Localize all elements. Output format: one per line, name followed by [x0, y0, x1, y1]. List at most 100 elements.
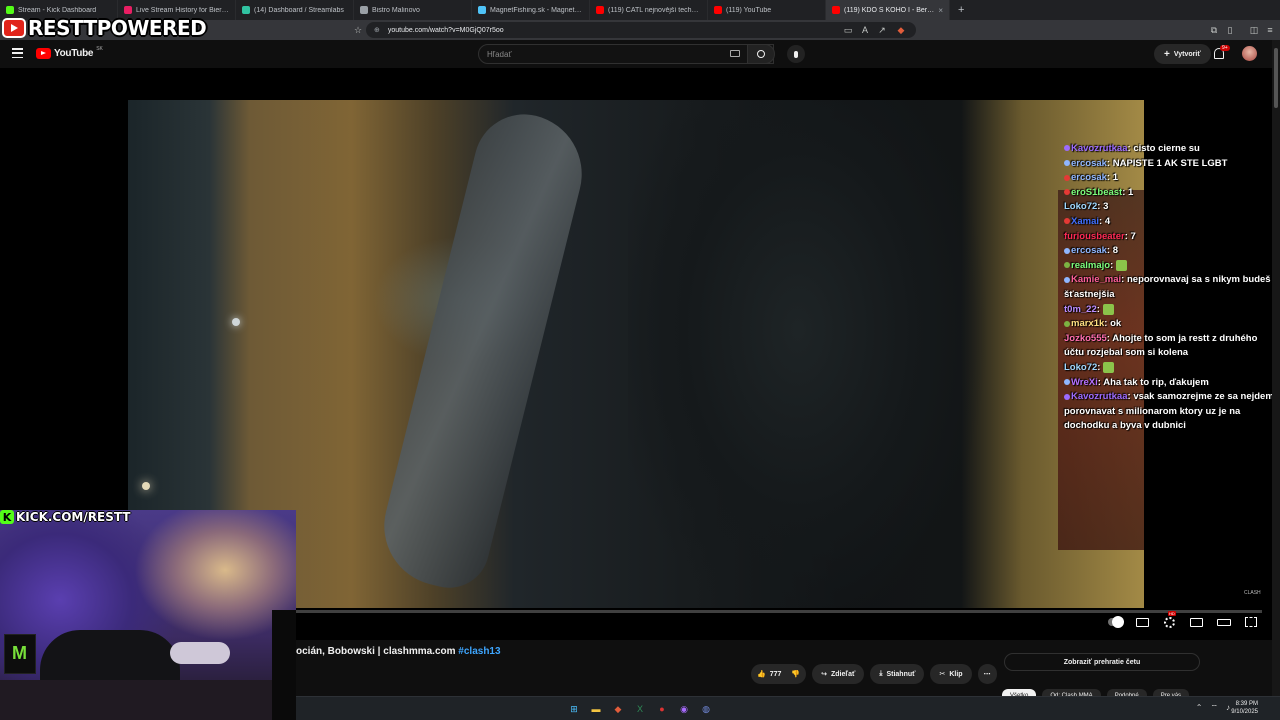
browser-tab[interactable]: (119) KDO S KOHO I - Beránek, × — [826, 0, 950, 20]
microphone-icon — [794, 50, 798, 58]
volume-icon[interactable]: ♪ — [1226, 703, 1230, 713]
chat-badge-icon — [1064, 378, 1070, 385]
chat-username: eroS1beast — [1071, 186, 1123, 198]
kick-channel-label: K KICK.COM/RESTT — [0, 508, 131, 526]
youtube-play-icon — [36, 48, 51, 59]
page-scrollbar[interactable] — [1272, 40, 1280, 696]
taskbar-clock[interactable]: 8:39 PM 9/10/2025 — [1231, 700, 1258, 716]
clip-button[interactable]: ✂ Klip — [930, 664, 972, 684]
discord-icon[interactable]: ◍ — [698, 701, 714, 717]
chat-badge-icon — [1064, 276, 1070, 283]
more-actions-button[interactable]: ⋯ — [977, 664, 997, 684]
chat-username: ercosak — [1071, 157, 1107, 169]
chat-message: Kavozrutkaa: vsak samozrejme ze sa nejde… — [1064, 390, 1278, 434]
excel-icon[interactable]: X — [632, 701, 648, 717]
browser-menu-icon[interactable]: ≡ — [1264, 24, 1276, 36]
miniplayer-icon[interactable] — [1189, 616, 1204, 628]
browser-tab[interactable]: MagnetFishing.sk - Magnety a laná — [472, 0, 590, 20]
obs-icon[interactable]: ● — [654, 701, 670, 717]
voice-search-button[interactable] — [787, 45, 805, 63]
share-button[interactable]: ↪ Zdieľať — [812, 664, 865, 684]
download-button[interactable]: ⤓ Stiahnuť — [870, 664, 925, 684]
chat-username: Loko72 — [1064, 361, 1098, 373]
like-button[interactable]: 👍 777 — [757, 670, 781, 679]
file-explorer-icon[interactable]: ▬ — [588, 701, 604, 717]
autoplay-toggle[interactable] — [1108, 616, 1124, 628]
address-bar[interactable]: ⊕ youtube.com/watch?v=M0GjQ07r5oo — [366, 22, 916, 38]
tab-label: Bistro Malinovo — [372, 6, 420, 14]
tab-label: (14) Dashboard / Streamlabs — [254, 6, 344, 14]
cast-icon[interactable]: ▭ — [842, 24, 854, 36]
webcam-monitor — [272, 610, 296, 720]
chat-badge-icon — [1064, 218, 1070, 225]
like-dislike-group: 👍 777 👎 — [751, 664, 807, 684]
settings-gear-icon[interactable]: HD — [1162, 611, 1177, 628]
taskbar-apps: ⊞ ▬ ◆ X ● ◉ ◍ — [566, 701, 714, 717]
youtube-logo[interactable]: YouTube SK — [36, 46, 103, 59]
chat-text: Aha tak to rip, ďakujem — [1103, 376, 1209, 388]
browser-tab[interactable]: Bistro Malinovo — [354, 0, 472, 20]
tab-favicon-icon — [124, 6, 132, 14]
webcam-pillow — [170, 642, 230, 664]
chat-username: realmajo — [1071, 259, 1111, 271]
search-button[interactable] — [747, 44, 775, 64]
video-title: ocián, Bobowski | clashmma.com #clash13 — [296, 646, 501, 657]
translate-icon[interactable]: A — [859, 24, 871, 36]
chat-message: Kavozrutkaa: cisto cierne su — [1064, 142, 1278, 157]
theater-mode-icon[interactable] — [1216, 616, 1231, 628]
replay-chat-label: Zobraziť prehratie četu — [1063, 658, 1141, 666]
site-info-icon[interactable]: ⊕ — [374, 26, 380, 34]
chat-emote-icon — [1115, 259, 1127, 271]
wifi-icon[interactable]: ⌔ — [1210, 703, 1218, 713]
fullscreen-icon[interactable] — [1243, 616, 1258, 628]
kick-logo-icon: K — [0, 510, 14, 524]
search-icon — [757, 50, 765, 58]
split-view-icon[interactable]: ◫ — [1248, 24, 1260, 36]
plus-icon: + — [1164, 48, 1170, 60]
app-icon[interactable]: ◉ — [676, 701, 692, 717]
chat-message: ercosak: 1 — [1064, 171, 1278, 186]
more-label: ⋯ — [983, 671, 991, 678]
brave-browser-icon[interactable]: ◆ — [610, 701, 626, 717]
chat-badge-icon — [1064, 189, 1070, 196]
system-tray: ⌃ ⌔ ♪ — [1196, 703, 1230, 713]
create-button[interactable]: + Vytvoriť — [1154, 44, 1211, 64]
clock-time: 8:39 PM — [1235, 701, 1258, 707]
chat-text: ok — [1110, 318, 1122, 330]
tray-chevron-icon[interactable]: ⌃ — [1196, 703, 1203, 713]
keyboard-icon[interactable] — [730, 50, 740, 57]
video-figure-shadow — [628, 100, 1008, 608]
chat-text: 1 — [1128, 186, 1134, 198]
scrollbar-thumb[interactable] — [1274, 48, 1278, 108]
chat-username: Loko72 — [1064, 201, 1098, 213]
browser-tab[interactable]: (119) CATL nejnovější technologie h — [590, 0, 708, 20]
browser-tab[interactable]: (14) Dashboard / Streamlabs — [236, 0, 354, 20]
chat-username: ercosak — [1071, 172, 1107, 184]
browser-tab[interactable]: (119) YouTube — [708, 0, 826, 20]
tab-close-icon[interactable]: × — [938, 6, 943, 15]
new-tab-button[interactable]: + — [950, 4, 972, 16]
chat-message: Kamie_mai: neporovnavaj sa s nikym budeš… — [1064, 273, 1278, 302]
subtitles-icon[interactable] — [1135, 616, 1150, 628]
chat-emote-icon — [1102, 303, 1114, 315]
chat-message: realmajo: — [1064, 259, 1278, 274]
share-icon[interactable]: ↗ — [876, 24, 888, 36]
video-title-text: ocián, Bobowski | clashmma.com — [296, 646, 459, 657]
webcam-overlay — [0, 510, 296, 720]
tab-favicon-icon — [6, 6, 14, 14]
sidebar-icon[interactable]: ▯ — [1224, 24, 1236, 36]
hamburger-menu-icon[interactable] — [12, 48, 23, 58]
thumbs-down-icon[interactable]: 👎 — [791, 670, 800, 678]
account-avatar[interactable] — [1242, 46, 1257, 61]
show-chat-replay-button[interactable]: Zobraziť prehratie četu — [1004, 653, 1200, 671]
chat-text: 4 — [1104, 215, 1111, 227]
bookmark-icon[interactable]: ☆ — [352, 24, 364, 36]
brave-shield-icon[interactable]: ◆ — [895, 24, 907, 36]
windows-start-icon[interactable]: ⊞ — [566, 701, 582, 717]
tab-label: (119) YouTube — [726, 6, 772, 14]
extensions-icon[interactable]: ⧉ — [1208, 24, 1220, 36]
chat-text: 7 — [1130, 230, 1136, 242]
tab-label: (119) CATL nejnovější technologie h — [608, 6, 701, 14]
video-hashtag[interactable]: #clash13 — [458, 646, 500, 657]
chat-badge-icon — [1064, 174, 1070, 181]
